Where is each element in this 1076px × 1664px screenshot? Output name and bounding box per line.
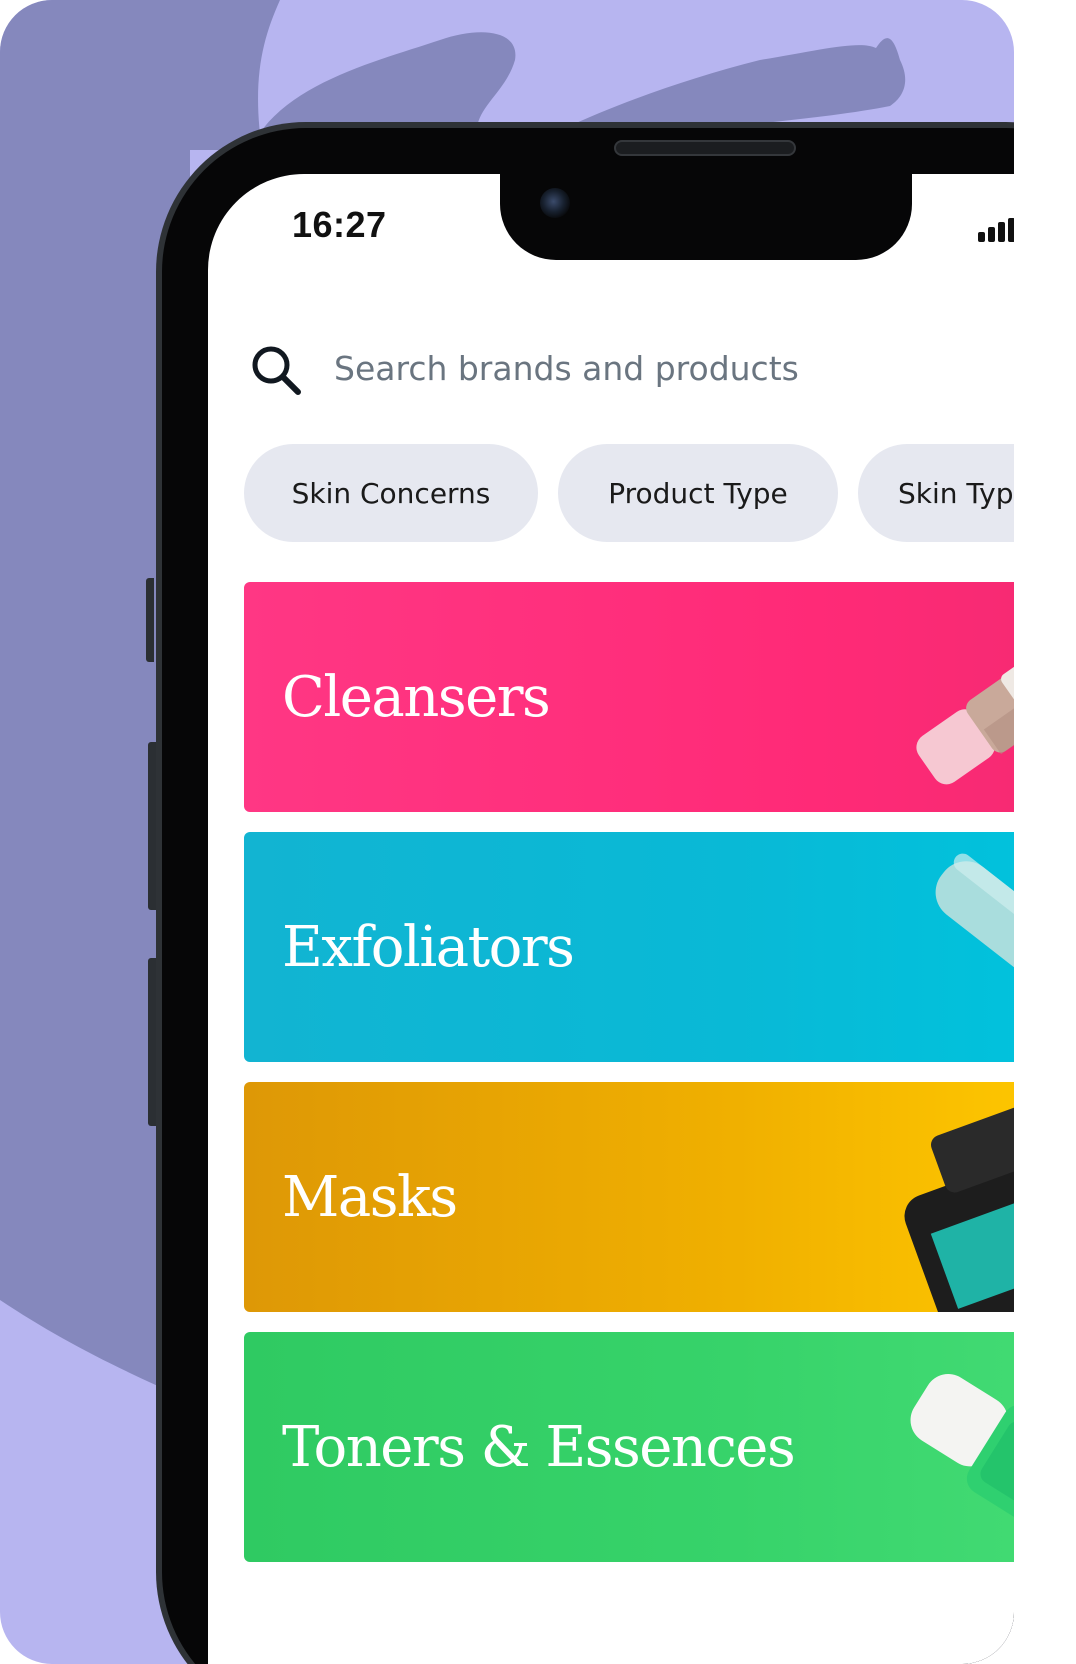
mask-product-image <box>904 1107 1014 1312</box>
phone-speaker <box>614 140 796 156</box>
cleanser-product-image <box>916 634 1014 785</box>
category-masks[interactable]: Masks <box>244 1082 1014 1312</box>
filter-chip-skin-type[interactable]: Skin Type <box>858 444 1014 542</box>
app-screen: 16:27 Skin Concerns Product Type Skin Ty… <box>208 174 1014 1664</box>
exfoliator-product-image <box>935 853 1014 1016</box>
category-toners-essences[interactable]: Toners & Essences <box>244 1332 1014 1562</box>
category-label: Toners & Essences <box>282 1414 796 1480</box>
phone-side-button <box>148 958 156 1126</box>
category-cleansers[interactable]: Cleansers <box>244 582 1014 812</box>
category-label: Cleansers <box>282 664 551 730</box>
phone-side-button <box>146 578 154 662</box>
category-label: Exfoliators <box>282 914 575 980</box>
toner-product-image <box>910 1374 1014 1552</box>
search-icon[interactable] <box>248 342 306 400</box>
category-label: Masks <box>282 1164 458 1230</box>
phone-side-button <box>148 742 156 910</box>
status-time: 16:27 <box>292 204 387 245</box>
search-input[interactable] <box>334 346 994 390</box>
signal-icon <box>978 218 1014 242</box>
filter-chip-product-type[interactable]: Product Type <box>558 444 838 542</box>
camera-icon <box>540 188 570 218</box>
filter-chip-skin-concerns[interactable]: Skin Concerns <box>244 444 538 542</box>
category-exfoliators[interactable]: Exfoliators <box>244 832 1014 1062</box>
promo-background: 16:27 Skin Concerns Product Type Skin Ty… <box>0 0 1014 1664</box>
filter-chips: Skin Concerns Product Type Skin Type <box>244 444 1014 544</box>
phone-notch <box>500 174 912 260</box>
search-bar[interactable] <box>248 336 1008 406</box>
